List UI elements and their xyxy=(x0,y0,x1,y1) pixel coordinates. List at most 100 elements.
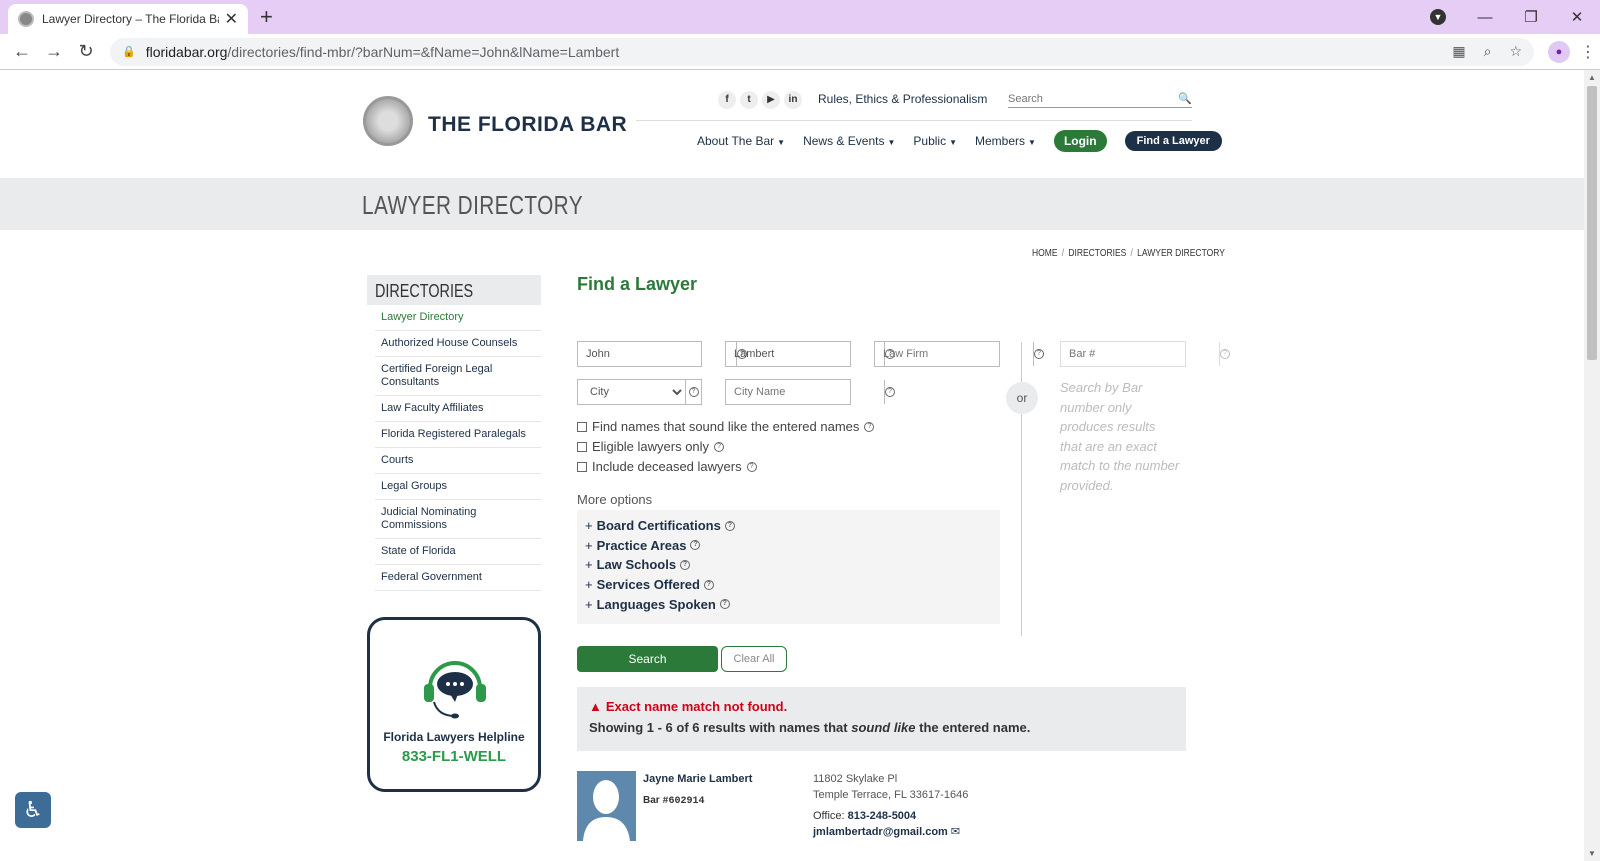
back-icon[interactable]: ← xyxy=(6,41,38,62)
qr-code-icon[interactable]: ▦ xyxy=(1452,43,1465,60)
checkbox-box[interactable] xyxy=(577,421,587,432)
bar-number-input[interactable] xyxy=(1061,342,1219,366)
breadcrumb-directories[interactable]: DIRECTORIES xyxy=(1068,248,1126,259)
reload-icon[interactable]: ↻ xyxy=(70,41,102,62)
helpline-card[interactable]: Florida Lawyers Helpline 833-FL1-WELL xyxy=(367,617,541,792)
linkedin-icon[interactable]: in xyxy=(784,91,802,109)
nav-about[interactable]: About The Bar ▼ xyxy=(697,134,785,148)
question-icon[interactable]: ? xyxy=(864,421,875,432)
minimize-icon[interactable]: — xyxy=(1462,9,1508,26)
first-name-input[interactable] xyxy=(578,342,736,366)
sidebar-item-judicial[interactable]: Judicial Nominating Commissions xyxy=(375,500,541,539)
alert-msg-pre: Showing 1 - 6 of 6 results with names th… xyxy=(589,720,852,735)
last-name-input[interactable] xyxy=(726,342,884,366)
sidebar-item-federal[interactable]: Federal Government xyxy=(375,565,541,591)
accessibility-icon[interactable]: ♿ xyxy=(15,792,51,828)
site-search-input[interactable] xyxy=(1008,92,1158,105)
help-city-type[interactable]: ? xyxy=(685,380,701,404)
warning-icon: ▲ xyxy=(589,699,602,714)
nav-members[interactable]: Members ▼ xyxy=(975,134,1036,148)
youtube-icon[interactable]: ▶ xyxy=(762,91,780,109)
close-tab-icon[interactable]: ✕ xyxy=(225,9,238,29)
browser-tab[interactable]: Lawyer Directory – The Florida Ba ✕ xyxy=(8,4,248,34)
office-label: Office: xyxy=(813,810,848,822)
plus-icon: + xyxy=(585,537,593,553)
sidebar-item-law-faculty[interactable]: Law Faculty Affiliates xyxy=(375,396,541,422)
law-firm-input[interactable] xyxy=(875,342,1033,366)
plus-icon: + xyxy=(585,596,593,612)
help-law-firm[interactable]: ? xyxy=(1033,342,1044,366)
option-label: Languages Spoken xyxy=(596,596,716,612)
find-lawyer-heading: Find a Lawyer xyxy=(577,274,698,294)
site-brand[interactable]: THE FLORIDA BAR xyxy=(428,113,627,137)
city-name-input[interactable] xyxy=(726,380,884,404)
question-icon[interactable]: ? xyxy=(680,559,691,570)
nav-news-events[interactable]: News & Events ▼ xyxy=(803,134,895,148)
page-scrollbar[interactable]: ▲ ▼ xyxy=(1584,70,1600,861)
social-links: f t ▶ in xyxy=(718,91,802,109)
sidebar-item-legal-groups[interactable]: Legal Groups xyxy=(375,474,541,500)
sidebar-item-courts[interactable]: Courts xyxy=(375,448,541,474)
result-phone: Office: 813-248-5004 xyxy=(813,810,916,822)
phone-link[interactable]: 813-248-5004 xyxy=(848,810,917,822)
sidebar-item-lawyer-directory[interactable]: Lawyer Directory xyxy=(375,305,541,331)
option-practice-areas[interactable]: + Practice Areas? xyxy=(585,536,992,556)
close-window-icon[interactable]: ✕ xyxy=(1554,8,1600,26)
login-button[interactable]: Login xyxy=(1053,130,1107,152)
more-options-label: More options xyxy=(577,492,653,507)
help-bar-number[interactable]: ? xyxy=(1219,342,1230,366)
avatar[interactable] xyxy=(577,771,636,841)
new-tab-icon[interactable]: + xyxy=(260,4,273,30)
question-icon[interactable]: ? xyxy=(690,540,701,551)
profile-icon[interactable]: ● xyxy=(1548,40,1570,63)
scrollbar-thumb[interactable] xyxy=(1587,86,1597,360)
option-board-certifications[interactable]: + Board Certifications? xyxy=(585,516,992,536)
result-email[interactable]: jmlambertadr@gmail.com ✉ xyxy=(813,825,960,838)
url-input[interactable]: 🔒 floridabar.org/directories/find-mbr/?b… xyxy=(110,37,1534,66)
forward-icon[interactable]: → xyxy=(38,41,70,62)
checkbox-box[interactable] xyxy=(577,441,587,452)
search-icon[interactable]: 🔍 xyxy=(1178,92,1192,105)
help-city-name[interactable]: ? xyxy=(884,380,895,404)
question-icon[interactable]: ? xyxy=(746,461,757,472)
twitter-icon[interactable]: t xyxy=(740,91,758,109)
question-icon[interactable]: ? xyxy=(714,441,725,452)
include-deceased-checkbox[interactable]: Include deceased lawyers ? xyxy=(577,459,757,474)
question-icon[interactable]: ? xyxy=(724,520,735,531)
result-name[interactable]: Jayne Marie Lambert xyxy=(643,773,752,785)
bookmark-star-icon[interactable]: ☆ xyxy=(1509,43,1522,60)
option-services-offered[interactable]: + Services Offered? xyxy=(585,575,992,595)
restore-icon[interactable]: ❐ xyxy=(1508,8,1554,26)
sidebar-item-house-counsels[interactable]: Authorized House Counsels xyxy=(375,331,541,357)
email-link[interactable]: jmlambertadr@gmail.com xyxy=(813,826,948,838)
browser-menu-icon[interactable]: ⋮ xyxy=(1576,42,1600,62)
address-bar: ← → ↻ 🔒 floridabar.org/directories/find-… xyxy=(0,34,1600,70)
result-address-line1: 11802 Skylake Pl xyxy=(813,773,898,785)
find-lawyer-button[interactable]: Find a Lawyer xyxy=(1124,131,1222,151)
question-icon[interactable]: ? xyxy=(703,579,714,590)
zoom-icon[interactable]: ⌕ xyxy=(1484,43,1492,60)
question-icon[interactable]: ? xyxy=(719,599,730,610)
eligible-only-checkbox[interactable]: Eligible lawyers only ? xyxy=(577,439,725,454)
facebook-icon[interactable]: f xyxy=(718,91,736,109)
florida-bar-seal-logo[interactable] xyxy=(363,96,413,146)
sidebar-item-foreign-legal[interactable]: Certified Foreign Legal Consultants xyxy=(375,357,541,396)
breadcrumb-current: LAWYER DIRECTORY xyxy=(1137,248,1225,259)
breadcrumb-home[interactable]: HOME xyxy=(1032,248,1058,259)
sound-like-checkbox[interactable]: Find names that sound like the entered n… xyxy=(577,419,875,434)
city-type-select[interactable]: City xyxy=(578,380,685,404)
sidebar-item-state[interactable]: State of Florida xyxy=(375,539,541,565)
sidebar-item-paralegals[interactable]: Florida Registered Paralegals xyxy=(375,422,541,448)
option-languages-spoken[interactable]: + Languages Spoken? xyxy=(585,594,992,614)
tab-search-icon[interactable]: ▼ xyxy=(1430,9,1446,25)
caret-down-icon: ▼ xyxy=(949,138,957,147)
nav-public[interactable]: Public ▼ xyxy=(913,134,957,148)
search-button[interactable]: Search xyxy=(577,646,718,672)
option-law-schools[interactable]: + Law Schools? xyxy=(585,555,992,575)
rules-ethics-link[interactable]: Rules, Ethics & Professionalism xyxy=(818,92,987,106)
scroll-up-icon[interactable]: ▲ xyxy=(1584,73,1600,82)
clear-all-button[interactable]: Clear All xyxy=(721,646,787,672)
sidebar-heading: DIRECTORIES xyxy=(367,275,541,305)
checkbox-box[interactable] xyxy=(577,461,587,472)
scroll-down-icon[interactable]: ▼ xyxy=(1584,849,1600,858)
